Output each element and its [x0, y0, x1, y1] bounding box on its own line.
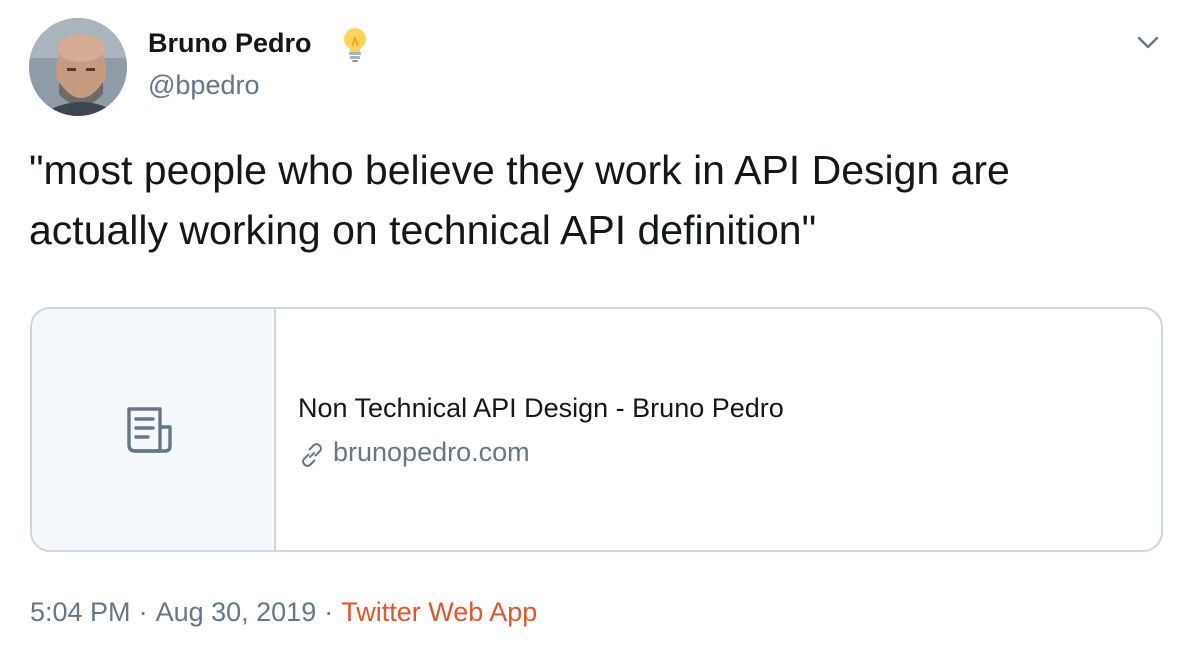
- source-app-link[interactable]: Twitter Web App: [341, 597, 537, 627]
- separator: ·: [138, 597, 148, 627]
- card-title[interactable]: Non Technical API Design - Bruno Pedro: [298, 393, 784, 424]
- display-name[interactable]: Bruno Pedro: [148, 28, 312, 59]
- tweet: Bruno Pedro @bpedro "most people who bel…: [0, 0, 1188, 662]
- document-icon: [127, 407, 172, 453]
- tweet-date[interactable]: Aug 30, 2019: [156, 597, 317, 627]
- card-domain[interactable]: brunopedro.com: [333, 437, 530, 468]
- user-handle[interactable]: @bpedro: [148, 70, 259, 101]
- avatar[interactable]: [29, 18, 127, 116]
- separator: ·: [324, 597, 334, 627]
- avatar-image: [29, 18, 127, 116]
- link-card[interactable]: Non Technical API Design - Bruno Pedro b…: [30, 307, 1163, 552]
- lightbulb-icon: [344, 28, 366, 62]
- tweet-metadata: 5:04 PM · Aug 30, 2019 · Twitter Web App: [30, 597, 537, 628]
- card-media: [32, 309, 276, 550]
- link-icon: [302, 443, 322, 467]
- tweet-text: "most people who believe they work in AP…: [29, 147, 1010, 253]
- chevron-down-icon[interactable]: [1132, 28, 1164, 56]
- tweet-time[interactable]: 5:04 PM: [30, 597, 131, 627]
